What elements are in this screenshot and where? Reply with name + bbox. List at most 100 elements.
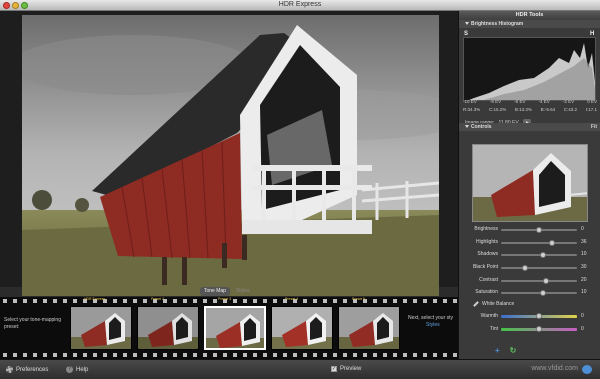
ev-tick: -8 EV [489, 99, 502, 104]
slider-knob[interactable] [536, 227, 542, 233]
next-hint-text: Next, select your sty [408, 315, 454, 321]
brightness-histogram [463, 37, 596, 101]
filmstrip-next-hint: Next, select your sty Styles [408, 315, 458, 329]
slider-value: 0 [581, 226, 584, 232]
slider-saturation[interactable]: Saturation 10 [459, 289, 600, 297]
ev-tick: -10 EV [463, 99, 477, 104]
covered-bridge-photo [22, 15, 439, 296]
slider-label: Shadows [477, 251, 498, 257]
slider-knob[interactable] [543, 278, 549, 284]
window-title: HDR Express [278, 1, 322, 8]
slider-value: 0 [581, 326, 584, 332]
histogram-stat: I:17.1 [585, 107, 597, 112]
ev-tick: 0 EV [587, 99, 597, 104]
preset-label: HDR Express [84, 297, 106, 301]
slider-label: Saturation [475, 289, 498, 295]
histogram-stats: R:34.3% C:15.2% B:13.3% B:-5.64 C:43.2 I… [463, 107, 597, 112]
slider-value: 30 [581, 264, 587, 270]
navigator-preview[interactable] [472, 144, 588, 222]
preset-thumbnail[interactable] [137, 306, 199, 350]
slider-track[interactable] [501, 252, 577, 258]
help-button[interactable]: ? Help [66, 366, 88, 373]
slider-label: Black Point [472, 264, 498, 270]
ev-tick: -2 EV [562, 99, 575, 104]
slider-track[interactable] [501, 227, 577, 233]
mode-tabs: Tone Map Styles [200, 287, 254, 296]
help-icon: ? [66, 366, 73, 373]
slider-value: 20 [581, 277, 587, 283]
slider-knob[interactable] [522, 265, 528, 271]
slider-value: 0 [581, 313, 584, 319]
slider-label: Tint [489, 326, 498, 332]
slider-label: Contrast [479, 277, 498, 283]
histogram-ev-scale: -10 EV -8 EV -6 EV -4 EV -2 EV 0 EV [463, 99, 597, 104]
slider-knob[interactable] [539, 290, 546, 296]
panel-title: HDR Tools [459, 11, 600, 20]
histogram-stat: B:13.3% [514, 107, 532, 112]
preset-thumbnail[interactable] [271, 306, 333, 350]
slider-knob[interactable] [539, 252, 546, 258]
hdr-tools-panel: HDR Tools Brightness Histogram S H -10 E… [458, 11, 600, 359]
slider-value: 10 [581, 251, 587, 257]
slider-knob[interactable] [536, 313, 542, 319]
slider-label: Highlights [476, 239, 498, 245]
white-balance-label: White Balance [482, 301, 515, 307]
preset-label: Preset 3 [218, 297, 232, 301]
tab-tone-map[interactable]: Tone Map [200, 287, 230, 296]
preset-label: Preset 4 [285, 297, 299, 301]
watermark-logo [582, 365, 592, 374]
tab-styles[interactable]: Styles [232, 287, 254, 296]
image-viewer[interactable] [0, 11, 458, 296]
filmstrip-perforation [0, 353, 458, 357]
slider-track[interactable] [501, 278, 577, 284]
slider-track[interactable] [501, 326, 577, 332]
eyedropper-icon[interactable] [473, 301, 479, 307]
slider-warmth[interactable]: Warmth 0 [459, 313, 600, 321]
slider-track[interactable] [501, 265, 577, 271]
slider-knob[interactable] [536, 326, 542, 332]
slider-knob[interactable] [548, 240, 555, 246]
histogram-stat: C:43.2 [563, 107, 578, 112]
white-balance-row: White Balance [473, 301, 514, 307]
refresh-icon[interactable]: ↻ [510, 346, 517, 355]
slider-track[interactable] [501, 290, 577, 296]
preset-thumbnail-selected[interactable] [204, 306, 266, 350]
panel-footer: + ↻ [495, 346, 516, 355]
controls-section-header[interactable]: Controls Fit [459, 123, 600, 131]
histogram-stat: R:34.3% [463, 107, 481, 112]
preset-thumbnail[interactable] [338, 306, 400, 350]
help-label: Help [76, 366, 89, 373]
controls-header-label: Controls [471, 124, 492, 130]
slider-label: Brightness [474, 226, 498, 232]
preview-label: Preview [340, 366, 362, 372]
preview-toggle[interactable]: ✓ Preview [331, 366, 361, 372]
histogram-stat: C:15.2% [488, 107, 507, 112]
slider-value: 36 [581, 239, 587, 245]
slider-black-point[interactable]: Black Point 30 [459, 264, 600, 272]
slider-contrast[interactable]: Contrast 20 [459, 277, 600, 285]
disclosure-triangle-icon [465, 22, 469, 25]
slider-brightness[interactable]: Brightness 0 [459, 226, 600, 234]
slider-track[interactable] [501, 313, 577, 319]
styles-link[interactable]: Styles [426, 322, 458, 329]
histogram-section-header[interactable]: Brightness Histogram [459, 20, 600, 28]
preferences-label: Preferences [16, 366, 49, 373]
histogram-header-label: Brightness Histogram [471, 21, 524, 27]
bottom-bar: Preferences ? Help ✓ Preview www.vfdid.c… [0, 359, 600, 379]
preferences-button[interactable]: Preferences [6, 366, 48, 373]
slider-tint[interactable]: Tint 0 [459, 326, 600, 334]
slider-highlights[interactable]: Highlights 36 [459, 239, 600, 247]
title-bar: HDR Express [0, 0, 600, 11]
slider-value: 10 [581, 289, 587, 295]
checkbox-icon[interactable]: ✓ [331, 366, 337, 372]
slider-label: Warmth [480, 313, 498, 319]
watermark-text: www.vfdid.com [531, 365, 578, 372]
ev-tick: -4 EV [538, 99, 550, 104]
preset-filmstrip: Select your tone-mapping preset: HDR Exp… [0, 297, 458, 359]
add-icon[interactable]: + [495, 346, 500, 355]
preset-thumbnail[interactable] [70, 306, 132, 350]
slider-track[interactable] [501, 240, 577, 246]
slider-shadows[interactable]: Shadows 10 [459, 251, 600, 259]
filmstrip-instruction: Select your tone-mapping preset: [4, 317, 61, 330]
fit-button[interactable]: Fit [591, 123, 597, 131]
